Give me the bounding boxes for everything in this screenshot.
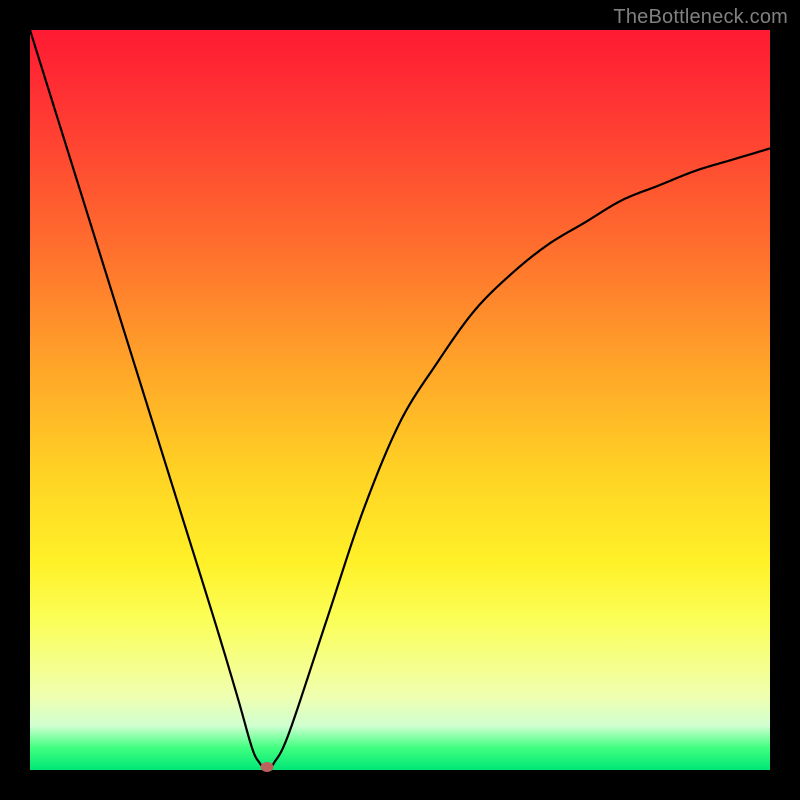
watermark-text: TheBottleneck.com [613, 6, 788, 29]
bottleneck-curve-line [30, 30, 770, 770]
chart-plot-area [30, 30, 770, 770]
curve-svg [30, 30, 770, 770]
optimum-marker [260, 762, 273, 772]
